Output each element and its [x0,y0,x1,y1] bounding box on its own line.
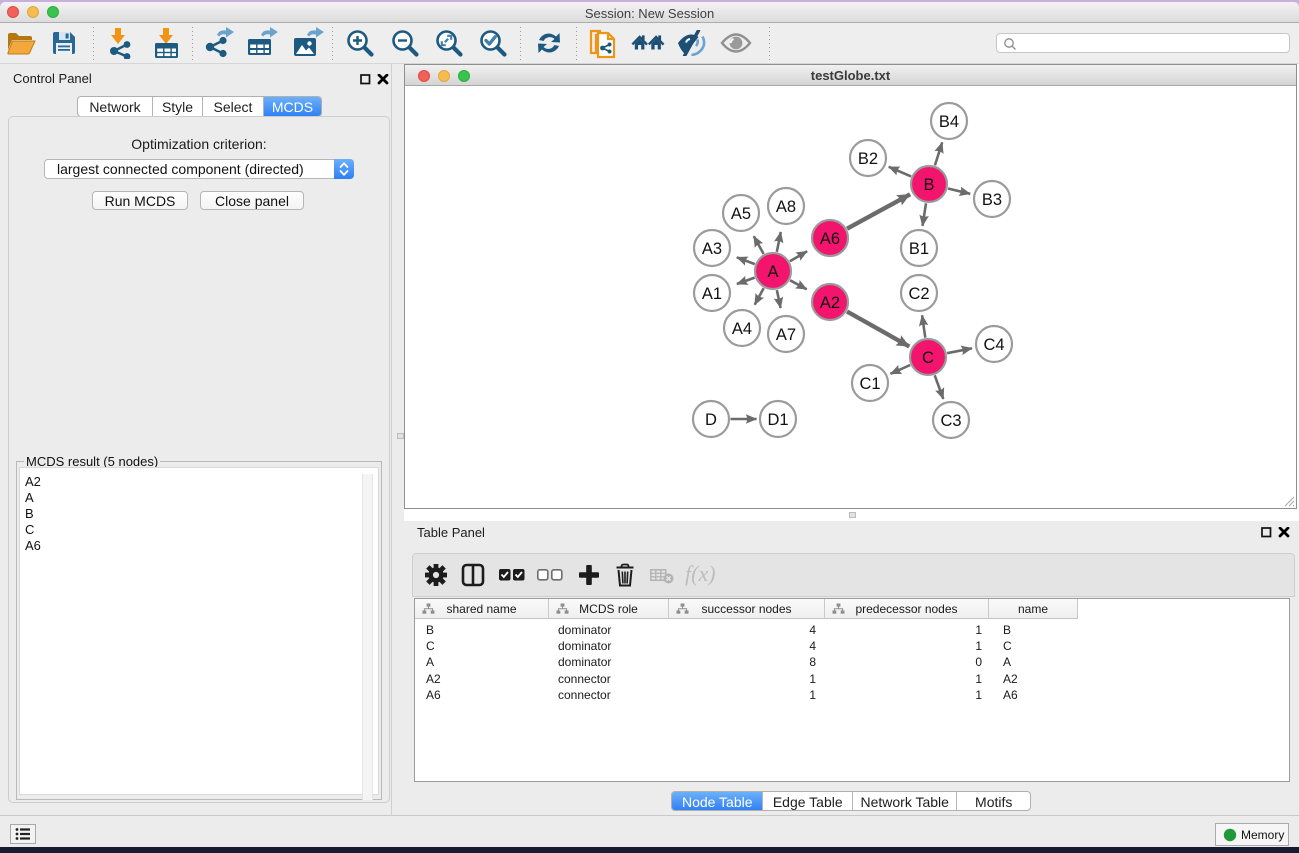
svg-text:C2: C2 [908,285,929,303]
svg-text:A5: A5 [731,205,751,223]
svg-text:A4: A4 [732,320,752,338]
svg-text:A7: A7 [776,326,796,344]
svg-text:A1: A1 [702,285,722,303]
svg-text:A6: A6 [820,230,840,248]
svg-text:C3: C3 [940,412,961,430]
svg-text:D: D [705,411,717,429]
svg-text:C: C [922,349,934,367]
svg-text:A3: A3 [702,240,722,258]
svg-text:D1: D1 [767,411,788,429]
svg-text:B1: B1 [909,240,929,258]
svg-text:B: B [923,176,934,194]
svg-text:C4: C4 [983,336,1004,354]
svg-text:A8: A8 [776,198,796,216]
svg-text:C1: C1 [859,375,880,393]
svg-text:B2: B2 [858,150,878,168]
svg-text:B4: B4 [939,113,959,131]
svg-text:A: A [767,263,778,281]
svg-text:A2: A2 [820,294,840,312]
svg-text:B3: B3 [982,191,1002,209]
